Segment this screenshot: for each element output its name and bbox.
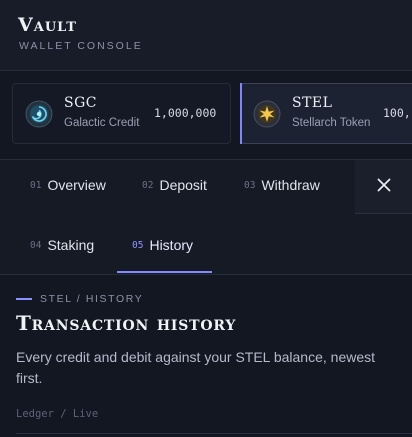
active-tab-underline <box>117 271 212 273</box>
tab-label: History <box>149 237 194 253</box>
token-name: Galactic Credit <box>64 117 140 129</box>
tab-label: Staking <box>47 237 95 253</box>
app-header: Vault WALLET CONSOLE <box>0 0 412 70</box>
close-icon <box>377 177 391 196</box>
tab-staking[interactable]: 04 Staking <box>30 217 94 273</box>
app-title: Vault <box>18 14 77 36</box>
tab-number: 03 <box>244 179 256 191</box>
ledger-divider <box>16 433 412 434</box>
tab-withdraw[interactable]: 03 Withdraw <box>244 157 320 213</box>
tab-deposit[interactable]: 02 Deposit <box>142 157 207 213</box>
tab-number: 04 <box>30 239 42 251</box>
token-balance: 100, <box>383 106 411 120</box>
token-card-sgc[interactable]: SGC Galactic Credit 1,000,000 <box>12 83 231 144</box>
tab-label: Deposit <box>159 177 207 193</box>
token-balance: 1,000,000 <box>154 106 217 120</box>
breadcrumb: STEL / HISTORY <box>16 293 143 305</box>
ledger-label: Ledger / Live <box>16 408 99 420</box>
page-title: Transaction history <box>16 311 237 335</box>
token-name: Stellarch Token <box>292 117 371 129</box>
token-symbol: SGC <box>64 95 97 111</box>
tab-number: 05 <box>132 239 144 251</box>
app-subtitle: WALLET CONSOLE <box>19 40 143 52</box>
breadcrumb-text: STEL / HISTORY <box>40 293 144 305</box>
tab-overview[interactable]: 01 Overview <box>30 157 106 213</box>
tab-number: 02 <box>142 179 154 191</box>
swirl-galaxy-icon <box>25 100 53 128</box>
token-symbol: STEL <box>292 95 333 111</box>
selected-indicator <box>240 83 242 144</box>
tab-label: Withdraw <box>261 177 320 193</box>
token-selector: SGC Galactic Credit 1,000,000 STEL Stell… <box>0 71 412 159</box>
tab-label: Overview <box>47 177 106 193</box>
close-button[interactable] <box>355 160 412 214</box>
tab-history[interactable]: 05 History <box>117 217 212 273</box>
token-card-stel[interactable]: STEL Stellarch Token 100, <box>240 83 412 144</box>
star-burst-icon <box>253 100 281 128</box>
page-description: Every credit and debit against your STEL… <box>16 349 376 386</box>
tab-number: 01 <box>30 179 42 191</box>
breadcrumb-accent <box>16 298 32 300</box>
